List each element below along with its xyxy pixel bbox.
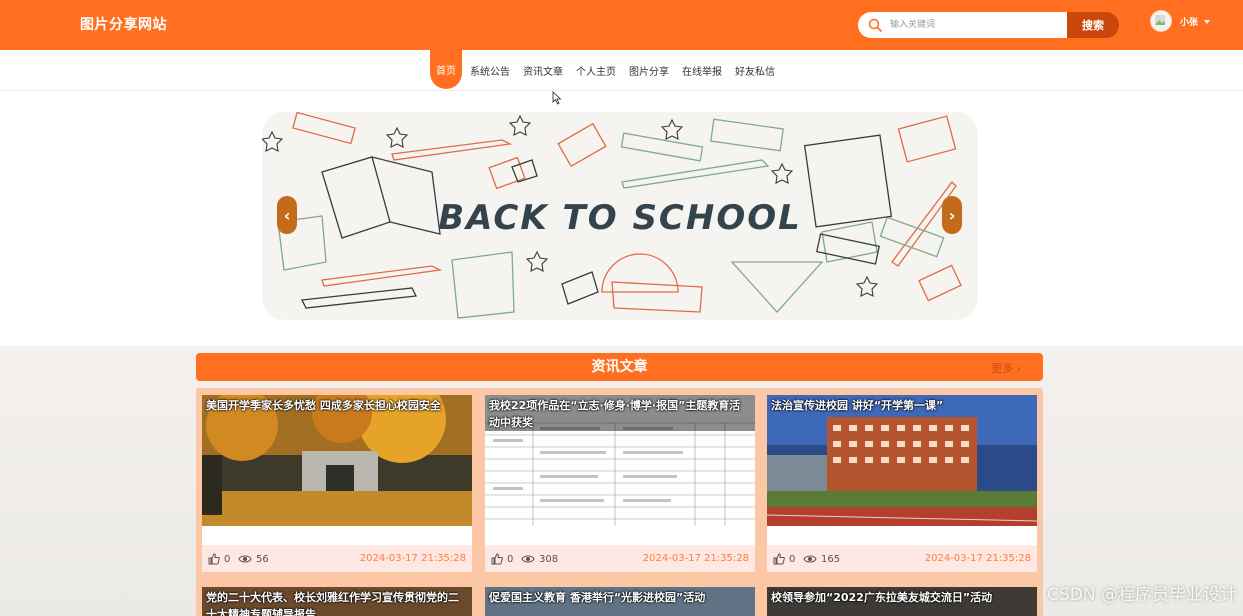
nav-item-image-share[interactable]: 图片分享: [624, 50, 674, 91]
search-input[interactable]: [890, 12, 1065, 38]
articles-section: 资讯文章 更多 › 美国开学季家长多忧愁 四成多家长担心校园安全 0 56 20…: [0, 346, 1243, 616]
eye-icon: [521, 555, 535, 563]
campus-autumn-photo: [202, 395, 472, 526]
avatar[interactable]: [1150, 10, 1172, 32]
carousel-next-button[interactable]: ›: [942, 196, 962, 234]
article-date: 2024-03-17 21:35:28: [924, 553, 1031, 564]
article-title: 促爱国主义教育 香港举行“光影进校园”活动: [489, 591, 706, 604]
banner-text: BACK TO SCHOOL: [438, 198, 802, 238]
article-title: 法治宣传进校园 讲好“开学第一课”: [771, 399, 944, 412]
article-title: 我校22项作品在“立志·修身·博学·报国”主题教育活动中获奖: [489, 399, 741, 429]
article-meta: 0 165 2024-03-17 21:35:28: [767, 545, 1037, 572]
view-count: 56: [256, 553, 269, 565]
article-meta: 0 56 2024-03-17 21:35:28: [202, 545, 472, 572]
articles-section-header: 资讯文章 更多 ›: [196, 353, 1043, 381]
article-meta: 0 308 2024-03-17 21:35:28: [485, 545, 755, 572]
search-box: [858, 12, 1090, 38]
avatar-image-icon: [1155, 15, 1165, 25]
article-thumbnail: 我校22项作品在“立志·修身·博学·报国”主题教育活动中获奖: [485, 395, 755, 526]
chevron-down-icon: [1204, 19, 1211, 24]
user-menu[interactable]: 小张: [1180, 15, 1211, 28]
nav-item-messages[interactable]: 好友私信: [730, 50, 780, 91]
main-nav: 首页 系统公告 资讯文章 个人主页 图片分享 在线举报 好友私信: [0, 50, 1243, 91]
article-title: 美国开学季家长多忧愁 四成多家长担心校园安全: [206, 399, 441, 412]
like-count: 0: [789, 553, 796, 565]
more-link-label: 更多: [991, 362, 1014, 375]
nav-item-home[interactable]: 首页: [430, 50, 462, 89]
article-card[interactable]: 促爱国主义教育 香港举行“光影进校园”活动: [485, 587, 755, 616]
article-thumbnail: 美国开学季家长多忧愁 四成多家长担心校园安全: [202, 395, 472, 526]
view-count: 308: [539, 553, 559, 565]
eye-icon: [803, 555, 817, 563]
nav-item-report[interactable]: 在线举报: [677, 50, 727, 91]
article-title: 党的二十大代表、校长刘雅红作学习宣传贯彻党的二十大精神专题辅导报告: [206, 591, 459, 616]
view-count: 165: [821, 553, 841, 565]
user-name: 小张: [1180, 18, 1199, 28]
article-date: 2024-03-17 21:35:28: [642, 553, 749, 564]
eye-icon: [238, 555, 252, 563]
thumbs-up-icon[interactable]: [208, 553, 220, 565]
site-title[interactable]: 图片分享网站: [80, 14, 167, 34]
more-link[interactable]: 更多 ›: [991, 360, 1021, 376]
nav-item-announcements[interactable]: 系统公告: [465, 50, 515, 91]
search-icon: [868, 18, 882, 32]
banner-carousel[interactable]: BACK TO SCHOOL ‹ ›: [262, 112, 978, 320]
article-card[interactable]: 党的二十大代表、校长刘雅红作学习宣传贯彻党的二十大精神专题辅导报告: [202, 587, 472, 616]
article-title: 校领导参加“2022广东拉美友城交流日”活动: [771, 591, 993, 604]
article-date: 2024-03-17 21:35:28: [359, 553, 466, 564]
article-card[interactable]: 美国开学季家长多忧愁 四成多家长担心校园安全 0 56 2024-03-17 2…: [202, 395, 472, 572]
articles-section-title: 资讯文章: [591, 359, 648, 375]
nav-item-articles[interactable]: 资讯文章: [518, 50, 568, 91]
thumbs-up-icon[interactable]: [773, 553, 785, 565]
like-count: 0: [224, 553, 231, 565]
article-card[interactable]: 法治宣传进校园 讲好“开学第一课” 0 165 2024-03-17 21:35…: [767, 395, 1037, 572]
carousel-prev-button[interactable]: ‹: [277, 196, 297, 234]
top-header: 图片分享网站 搜索 小张: [0, 0, 1243, 50]
school-building-photo: [767, 395, 1037, 526]
like-count: 0: [507, 553, 514, 565]
watermark: CSDN @程序员毕业设计: [1047, 585, 1237, 605]
mouse-cursor-icon: [552, 91, 562, 105]
search-button[interactable]: 搜索: [1067, 12, 1119, 38]
article-card[interactable]: 我校22项作品在“立志·修身·博学·报国”主题教育活动中获奖 0 308 202…: [485, 395, 755, 572]
article-card[interactable]: 校领导参加“2022广东拉美友城交流日”活动: [767, 587, 1037, 616]
thumbs-up-icon[interactable]: [491, 553, 503, 565]
nav-item-profile[interactable]: 个人主页: [571, 50, 621, 91]
article-thumbnail: 法治宣传进校园 讲好“开学第一课”: [767, 395, 1037, 526]
